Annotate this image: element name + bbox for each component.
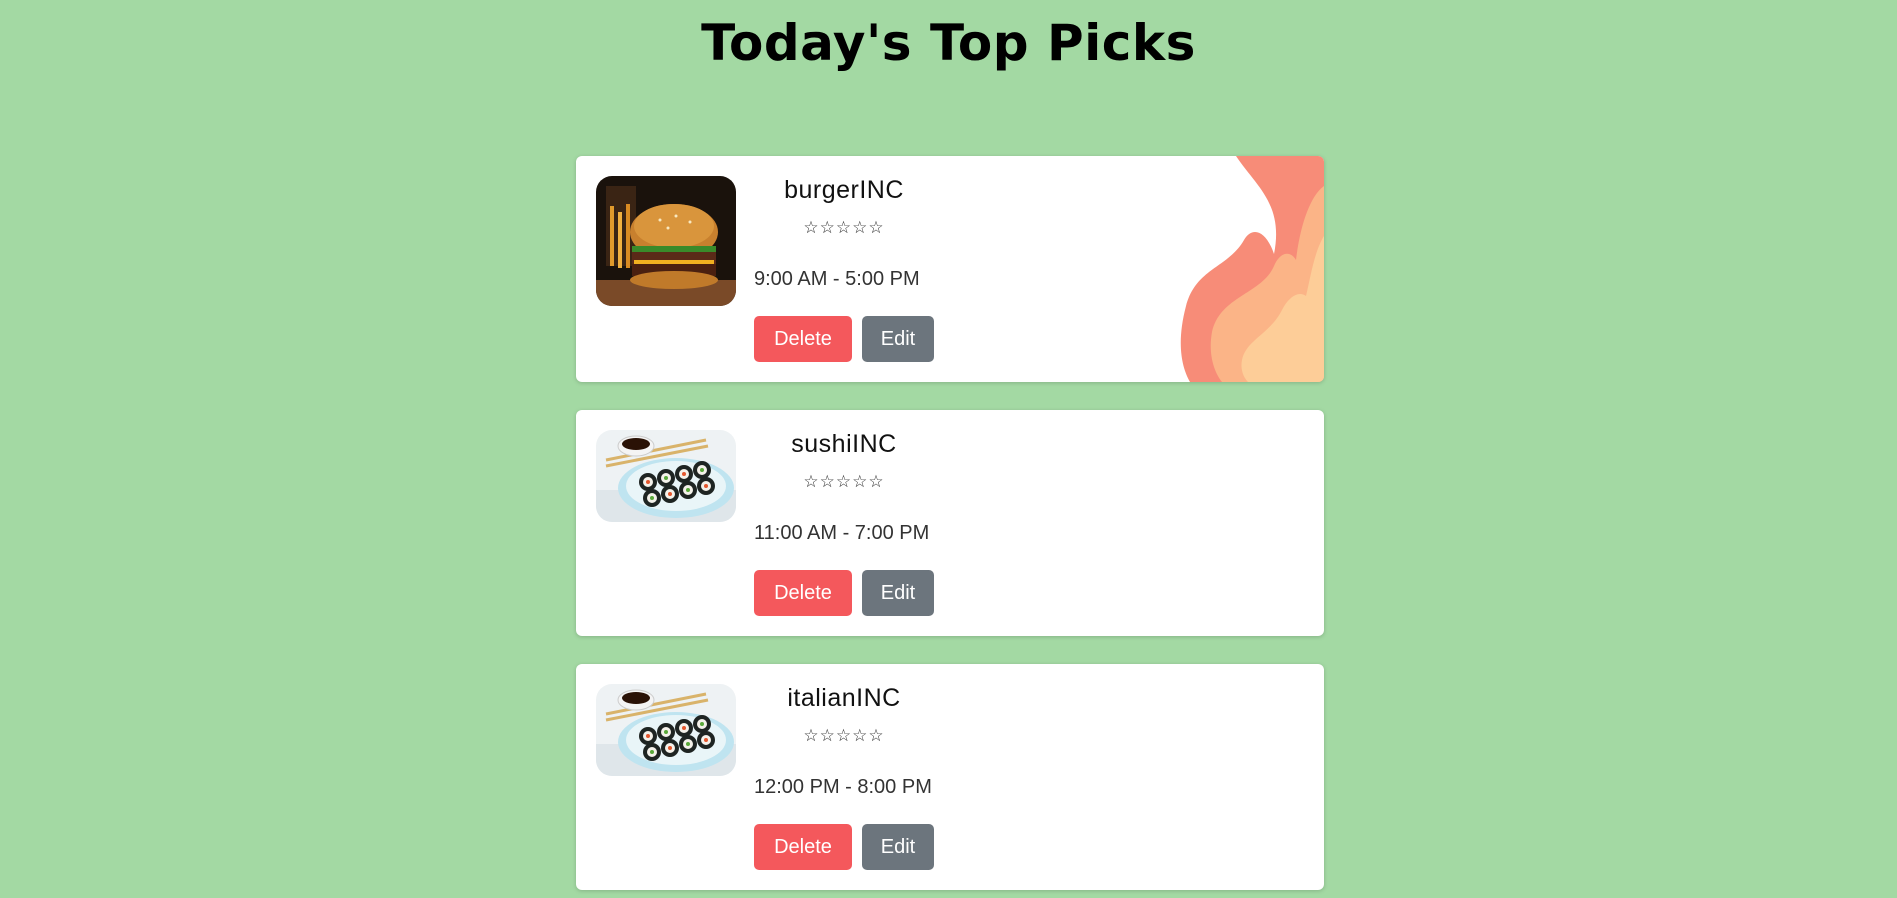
restaurant-image [596, 176, 736, 306]
restaurant-image [596, 684, 736, 776]
page-title: Today's Top Picks [701, 14, 1196, 72]
restaurant-card-burgerinc: burgerINC ☆☆☆☆☆ 9:00 AM - 5:00 PM Delete… [576, 156, 1324, 382]
edit-button[interactable]: Edit [862, 570, 934, 616]
opening-hours: 11:00 AM - 7:00 PM [754, 522, 930, 544]
rating-stars[interactable]: ☆☆☆☆☆ [754, 472, 934, 492]
opening-hours: 12:00 PM - 8:00 PM [754, 776, 932, 798]
edit-button[interactable]: Edit [862, 824, 934, 870]
restaurant-info: burgerINC ☆☆☆☆☆ 9:00 AM - 5:00 PM Delete… [754, 156, 974, 382]
restaurant-name: italianINC [787, 684, 901, 712]
flame-icon [1180, 156, 1324, 382]
delete-button[interactable]: Delete [754, 570, 852, 616]
restaurant-name: burgerINC [784, 176, 904, 204]
edit-button[interactable]: Edit [862, 316, 934, 362]
restaurant-image [596, 430, 736, 522]
burger-photo [596, 176, 736, 306]
sushi-photo [596, 684, 736, 776]
restaurant-info: sushiINC ☆☆☆☆☆ 11:00 AM - 7:00 PM Delete… [754, 410, 974, 636]
delete-button[interactable]: Delete [754, 824, 852, 870]
rating-stars[interactable]: ☆☆☆☆☆ [754, 218, 934, 238]
restaurant-name: sushiINC [791, 430, 897, 458]
sushi-photo [596, 430, 736, 522]
restaurant-card-sushiinc: sushiINC ☆☆☆☆☆ 11:00 AM - 7:00 PM Delete… [576, 410, 1324, 636]
restaurant-card-italianinc: italianINC ☆☆☆☆☆ 12:00 PM - 8:00 PM Dele… [576, 664, 1324, 890]
rating-stars[interactable]: ☆☆☆☆☆ [754, 726, 934, 746]
opening-hours: 9:00 AM - 5:00 PM [754, 268, 920, 290]
restaurant-info: italianINC ☆☆☆☆☆ 12:00 PM - 8:00 PM Dele… [754, 664, 974, 890]
delete-button[interactable]: Delete [754, 316, 852, 362]
